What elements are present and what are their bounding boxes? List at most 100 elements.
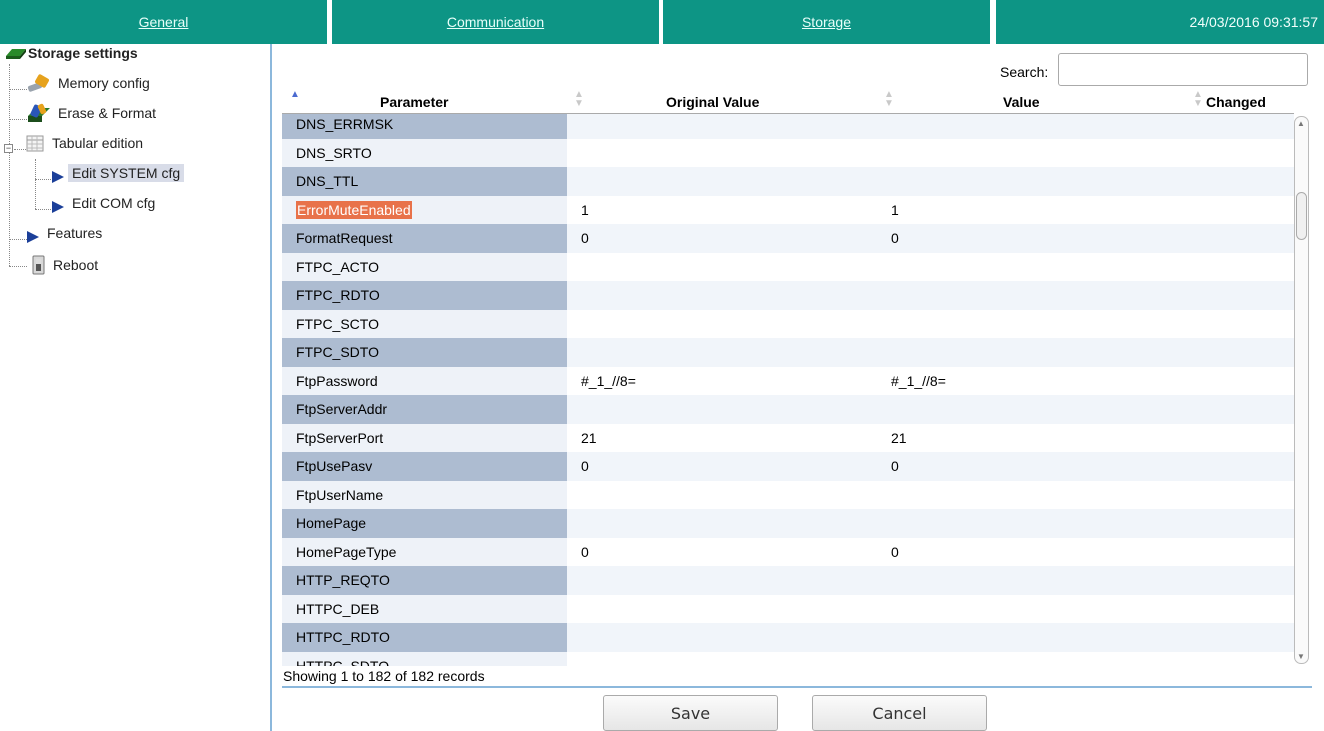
original-value-cell	[581, 253, 881, 282]
value-cell[interactable]: 0	[891, 452, 1191, 481]
value-cell[interactable]	[891, 139, 1191, 168]
sort-both-icon[interactable]: ▲ ▼	[884, 90, 894, 109]
sort-both-icon[interactable]: ▲ ▼	[1193, 90, 1203, 109]
value-cell[interactable]	[891, 652, 1191, 667]
table-row[interactable]: HomePageType 0 0	[282, 537, 1294, 567]
table-row[interactable]: FtpServerPort 21 21	[282, 423, 1294, 453]
value-cell[interactable]	[891, 281, 1191, 310]
table-row[interactable]: FtpUsePasv 0 0	[282, 452, 1294, 481]
table-row[interactable]: FTPC_SDTO	[282, 338, 1294, 367]
tree-connector	[9, 64, 10, 266]
param-cell: FtpUserName	[282, 480, 567, 509]
value-cell-text: #_1_//8=	[891, 372, 946, 389]
param-cell-text: DNS_TTL	[296, 173, 359, 189]
value-cell[interactable]: 0	[891, 224, 1191, 253]
original-value-cell	[581, 139, 881, 168]
changed-cell	[1202, 538, 1292, 567]
param-cell: ErrorMuteEnabled	[282, 195, 567, 224]
table-row[interactable]: HTTP_REQTO	[282, 566, 1294, 595]
scroll-down-icon[interactable]: ▼	[1297, 652, 1305, 661]
table-row[interactable]: HTTPC_RDTO	[282, 623, 1294, 652]
sort-asc-icon[interactable]: ▲	[290, 90, 300, 100]
original-value-cell	[581, 338, 881, 367]
value-cell[interactable]	[891, 338, 1191, 367]
sort-both-icon[interactable]: ▲ ▼	[574, 90, 584, 109]
table-row[interactable]: FtpServerAddr	[282, 395, 1294, 424]
top-navigation: General Communication Storage 24/03/2016…	[0, 0, 1324, 44]
param-cell-text: FTPC_ACTO	[296, 258, 379, 275]
sidebar-item-tabular-edition[interactable]: Tabular edition	[26, 132, 143, 154]
value-cell[interactable]	[891, 566, 1191, 595]
sidebar-item-memory-config[interactable]: Memory config	[26, 72, 150, 94]
header-parameter[interactable]: Parameter	[380, 94, 449, 110]
sidebar-item-edit-com-cfg[interactable]: Edit COM cfg	[52, 192, 155, 214]
sidebar-item-label: Erase & Format	[58, 105, 157, 121]
table-row[interactable]: ErrorMuteEnabled 1 1	[282, 195, 1294, 225]
table-row[interactable]: FTPC_SCTO	[282, 309, 1294, 339]
table-rows: DNS_ERRMSK DNS_SRTO DNS_TTL ErrorMuteEnable…	[282, 114, 1294, 666]
save-button[interactable]: Save	[603, 695, 778, 731]
scroll-up-icon[interactable]: ▲	[1297, 119, 1305, 128]
original-value-cell-text: 21	[581, 429, 597, 446]
value-cell[interactable]	[891, 481, 1191, 510]
value-cell-text: 0	[891, 458, 899, 474]
param-cell-text: DNS_SRTO	[296, 144, 372, 161]
table-row[interactable]: HTTPC_SDTO	[282, 651, 1294, 667]
value-cell[interactable]	[891, 310, 1191, 339]
value-cell-text: 0	[891, 543, 899, 560]
wrench-icon	[27, 74, 49, 92]
value-cell[interactable]	[891, 509, 1191, 538]
changed-cell	[1202, 224, 1292, 253]
records-info: Showing 1 to 182 of 182 records	[283, 668, 485, 684]
sidebar-item-reboot[interactable]: Reboot	[31, 254, 98, 276]
value-cell[interactable]: 21	[891, 424, 1191, 453]
header-original-value[interactable]: Original Value	[666, 94, 759, 110]
table-row[interactable]: FTPC_ACTO	[282, 252, 1294, 282]
table-row[interactable]: FtpUserName	[282, 480, 1294, 510]
param-cell-text: ErrorMuteEnabled	[296, 200, 412, 219]
table-row[interactable]: HomePage	[282, 509, 1294, 538]
changed-cell	[1202, 367, 1292, 396]
scrollbar-thumb[interactable]	[1296, 192, 1307, 240]
value-cell[interactable]	[891, 395, 1191, 424]
param-cell: HomePage	[282, 509, 567, 538]
table-row[interactable]: HTTPC_DEB	[282, 594, 1294, 624]
tab-general[interactable]: General	[0, 0, 327, 44]
table-row[interactable]: FtpPassword #_1_//8= #_1_//8=	[282, 366, 1294, 396]
collapse-toggle-icon[interactable]: −	[4, 144, 13, 153]
value-cell[interactable]: 0	[891, 538, 1191, 567]
tree-root[interactable]: Storage settings	[6, 45, 138, 61]
tab-communication[interactable]: Communication	[332, 0, 659, 44]
sidebar-item-erase-format[interactable]: Erase & Format	[26, 102, 156, 124]
table-row[interactable]: FormatRequest 0 0	[282, 224, 1294, 253]
table-row[interactable]: DNS_TTL	[282, 167, 1294, 196]
original-value-cell-text: 0	[581, 230, 589, 246]
tree-root-label: Storage settings	[28, 45, 138, 61]
param-cell-text: FormatRequest	[296, 230, 393, 246]
vertical-scrollbar[interactable]: ▲ ▼	[1294, 116, 1309, 664]
param-cell: FTPC_ACTO	[282, 252, 567, 281]
triangle-right-icon	[52, 201, 64, 213]
value-cell[interactable]	[891, 623, 1191, 652]
value-cell[interactable]	[891, 114, 1191, 139]
param-cell: FTPC_RDTO	[282, 281, 567, 310]
header-changed[interactable]: Changed	[1206, 94, 1266, 110]
value-cell[interactable]: #_1_//8=	[891, 367, 1191, 396]
changed-cell	[1202, 395, 1292, 424]
value-cell[interactable]	[891, 595, 1191, 624]
param-cell: HTTPC_SDTO	[282, 651, 567, 666]
search-input[interactable]	[1058, 53, 1308, 86]
original-value-cell	[581, 481, 881, 510]
tree-connector	[9, 266, 27, 267]
tab-storage[interactable]: Storage	[663, 0, 990, 44]
value-cell[interactable]: 1	[891, 196, 1191, 225]
table-row[interactable]: DNS_SRTO	[282, 138, 1294, 168]
table-row[interactable]: DNS_ERRMSK	[282, 114, 1294, 139]
sidebar-item-edit-system-cfg[interactable]: Edit SYSTEM cfg	[52, 162, 185, 184]
cancel-button[interactable]: Cancel	[812, 695, 987, 731]
header-value[interactable]: Value	[1003, 94, 1040, 110]
sidebar-item-features[interactable]: Features	[27, 222, 102, 244]
value-cell[interactable]	[891, 253, 1191, 282]
value-cell[interactable]	[891, 167, 1191, 196]
table-row[interactable]: FTPC_RDTO	[282, 281, 1294, 310]
